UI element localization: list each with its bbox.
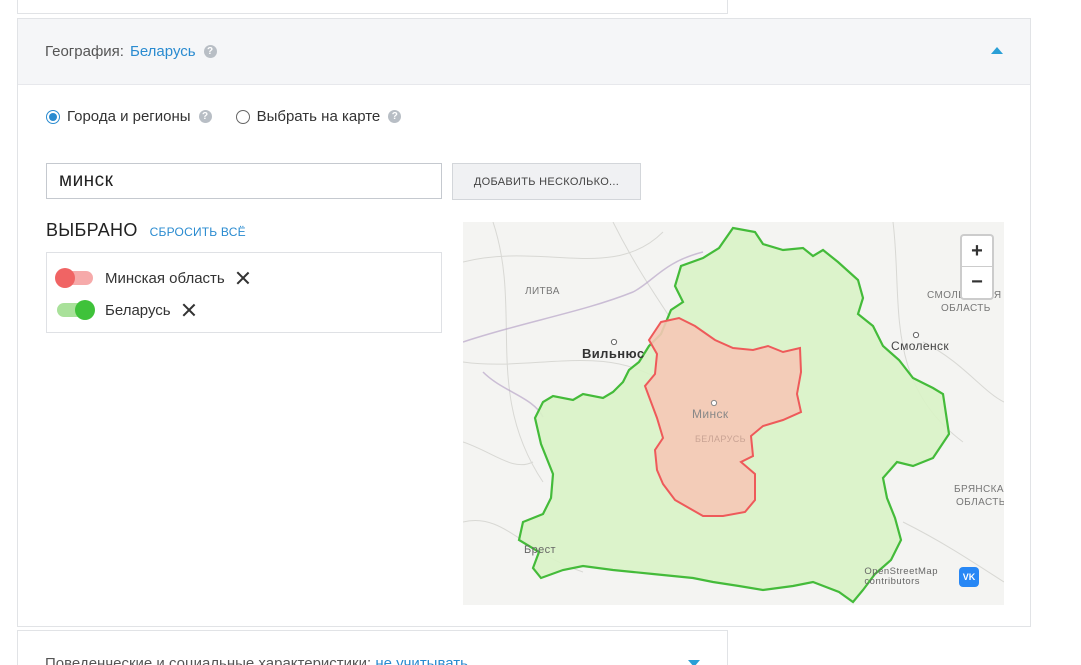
selected-item-belarus: Беларусь [47, 294, 441, 326]
zoom-in-button[interactable]: + [962, 236, 992, 267]
mode-option-label: Выбрать на карте [256, 108, 381, 125]
behavior-section-label: Поведенческие и социальные характеристик… [45, 655, 468, 665]
map-attribution[interactable]: OpenStreetMap contributors [864, 567, 938, 587]
mode-selector: Города и регионы ? Выбрать на карте ? [46, 108, 425, 125]
map-label-lithuania: ЛИТВА [525, 286, 560, 297]
radio-map[interactable] [235, 109, 250, 124]
toggle-knob [75, 300, 95, 320]
vk-logo-icon[interactable]: VK [959, 567, 979, 587]
add-multiple-button[interactable]: ДОБАВИТЬ НЕСКОЛЬКО... [452, 163, 641, 200]
selected-item-label: Беларусь [105, 301, 171, 319]
reset-all-link[interactable]: СБРОСИТЬ ВСЁ [150, 225, 246, 239]
behavior-value-link[interactable]: не учитывать [375, 655, 468, 665]
map-label-minsk: Минск [692, 407, 729, 421]
selected-header: ВЫБРАНО СБРОСИТЬ ВСЁ [46, 220, 246, 241]
close-icon[interactable] [235, 270, 251, 286]
zoom-out-button[interactable]: − [962, 267, 992, 298]
attribution-line: contributors [864, 576, 921, 587]
geography-panel: География: Беларусь ? Города и регионы ?… [17, 18, 1031, 627]
mode-option-map[interactable]: Выбрать на карте ? [235, 108, 402, 125]
location-search-input[interactable] [46, 163, 442, 199]
help-icon[interactable]: ? [198, 110, 212, 123]
map-label-brest: Брест [524, 544, 556, 556]
toggle-knob [55, 268, 75, 288]
radio-cities[interactable] [46, 109, 60, 124]
behavior-section-header[interactable]: Поведенческие и социальные характеристик… [17, 630, 728, 665]
behavior-label: Поведенческие и социальные характеристик… [45, 655, 372, 665]
selected-list: Минская область Беларусь [46, 252, 442, 333]
mode-option-label: Города и регионы [67, 108, 191, 125]
selected-item-label: Минская область [105, 269, 225, 287]
toggle-switch[interactable] [57, 300, 95, 320]
help-icon[interactable]: ? [388, 110, 402, 123]
geography-value-link[interactable]: Беларусь [130, 43, 196, 60]
map-label-smolensk: Смоленск [891, 339, 950, 353]
map-label-bryansk-region: БРЯНСКАЯ [954, 484, 1004, 495]
expand-arrow-icon[interactable] [688, 660, 700, 665]
region-map[interactable]: ЛИТВА Вильнюс Минск БЕЛАРУСЬ Смоленск СМ… [463, 222, 1004, 605]
selected-item-minsk-region: Минская область [47, 262, 441, 294]
map-label-vilnius: Вильнюс [582, 346, 645, 361]
geography-header[interactable]: География: Беларусь ? [18, 19, 1030, 85]
zoom-control: + − [960, 234, 994, 300]
map-label-belarus: БЕЛАРУСЬ [695, 434, 746, 444]
geography-label: География: [45, 43, 124, 60]
selected-title: ВЫБРАНО [46, 220, 138, 240]
previous-section-card [17, 0, 728, 14]
close-icon[interactable] [181, 302, 197, 318]
mode-option-cities[interactable]: Города и регионы ? [46, 108, 212, 125]
toggle-switch[interactable] [55, 268, 93, 288]
map-label-smolensk-region: ОБЛАСТЬ [941, 303, 991, 314]
map-label-bryansk-region: ОБЛАСТЬ [956, 497, 1004, 508]
collapse-arrow-icon[interactable] [991, 47, 1003, 54]
help-icon[interactable]: ? [203, 45, 217, 58]
